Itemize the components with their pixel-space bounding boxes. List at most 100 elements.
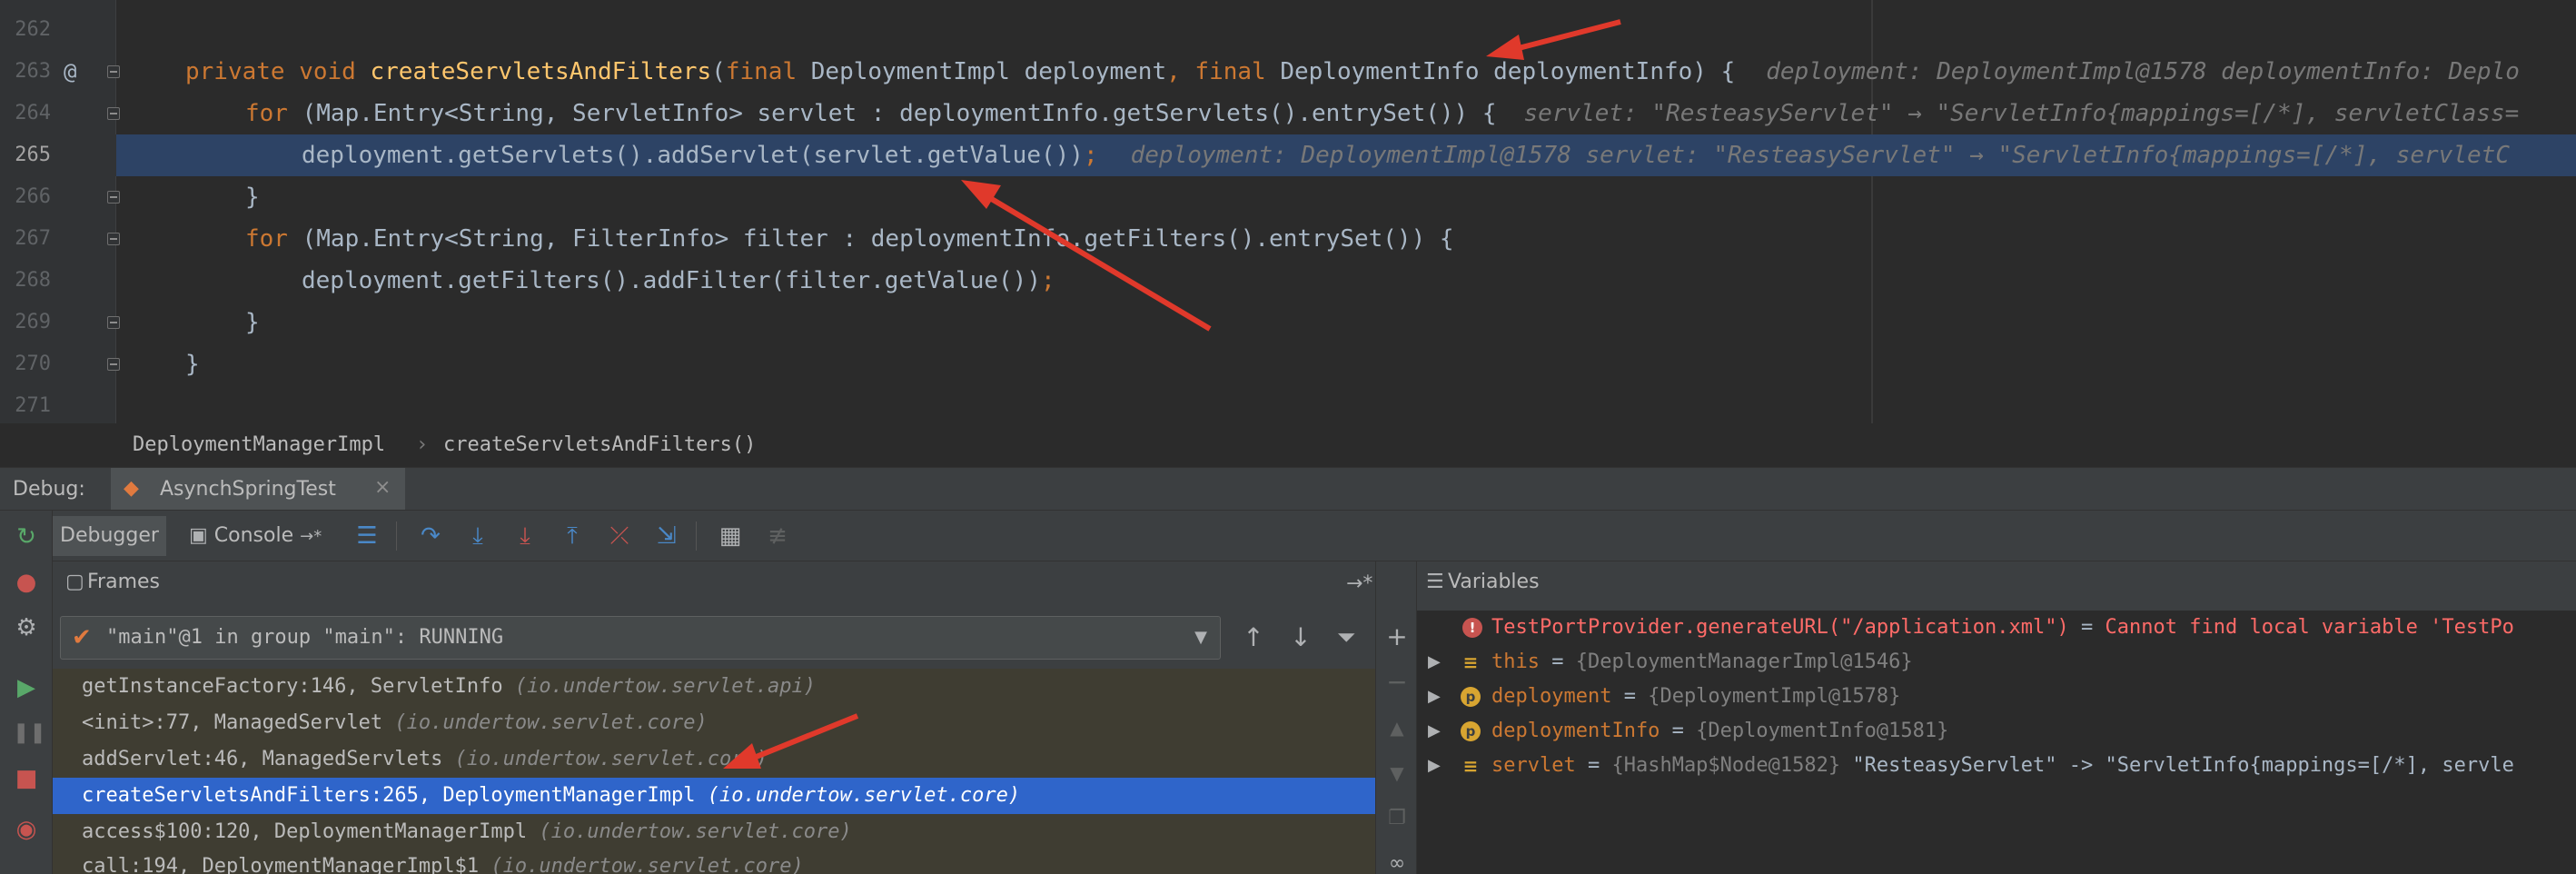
- fold-icon[interactable]: [107, 316, 120, 329]
- expand-arrow-icon[interactable]: ▶: [1428, 680, 1441, 714]
- variables-side-toolbar: + − ▲ ▼ ❐ ∞: [1375, 561, 1417, 874]
- variable-row[interactable]: ▶ p deployment = {DeploymentImpl@1578}: [1417, 680, 2576, 714]
- run-to-cursor-icon[interactable]: ⇲: [652, 521, 681, 551]
- chevron-down-icon[interactable]: ▼: [1194, 617, 1207, 659]
- step-over-icon[interactable]: ↷: [416, 521, 445, 551]
- code-line[interactable]: 269 }: [0, 302, 2576, 343]
- console-pin-icon: →*: [300, 527, 322, 546]
- add-watch-icon[interactable]: +: [1383, 623, 1411, 651]
- code-line[interactable]: 268 deployment.getFilters().addFilter(fi…: [0, 260, 2576, 302]
- step-out-icon[interactable]: ⤒: [558, 521, 587, 551]
- fold-icon[interactable]: [107, 233, 120, 245]
- code-line[interactable]: 263 @ private void createServletsAndFilt…: [0, 51, 2576, 93]
- variable-name: deploymentInfo: [1491, 720, 1660, 742]
- fold-icon[interactable]: [107, 107, 120, 120]
- frame-row[interactable]: <init>:77, ManagedServlet (io.undertow.s…: [53, 705, 1375, 741]
- step-into-icon[interactable]: ⤓: [463, 521, 492, 551]
- line-number: 267: [15, 227, 51, 250]
- frame-row[interactable]: call:194, DeploymentManagerImpl$1 (io.un…: [53, 849, 1375, 874]
- spring-test-run-icon: ◆: [124, 477, 139, 500]
- resume-icon[interactable]: ▶: [13, 674, 40, 701]
- session-name: AsynchSpringTest: [160, 478, 336, 501]
- line-number: 271: [15, 394, 51, 417]
- line-number: 266: [15, 185, 51, 208]
- variable-row[interactable]: ▶ ≡ this = {DeploymentManagerImpl@1546}: [1417, 645, 2576, 680]
- breadcrumb-method[interactable]: createServletsAndFilters(): [443, 423, 756, 467]
- code-line[interactable]: 270 }: [0, 343, 2576, 385]
- frame-row-selected[interactable]: createServletsAndFilters:265, Deployment…: [53, 778, 1375, 814]
- tab-console[interactable]: ▣ Console →*: [182, 516, 329, 556]
- expand-arrow-icon[interactable]: ▶: [1428, 714, 1441, 749]
- rerun-icon[interactable]: ↻: [13, 523, 40, 551]
- debugger-toolbar: Debugger ▣ Console →* ☰ ↷ ⤓ ⤓ ⤒ ⤫ ⇲ ▦ ≢: [53, 511, 2576, 561]
- close-icon[interactable]: ×: [374, 476, 391, 499]
- fold-icon[interactable]: [107, 191, 120, 204]
- debug-side-toolbar: ↻ ● ⚙ ▶ ❚❚ ■ ◉: [0, 511, 53, 874]
- move-up-icon[interactable]: ▲: [1383, 714, 1411, 741]
- implements-marker-icon[interactable]: @: [64, 51, 76, 93]
- code-token: deployment.getServlets().addServlet(serv…: [302, 142, 1084, 169]
- move-down-icon[interactable]: ▼: [1383, 760, 1411, 787]
- inline-debug-value: servlet: "ResteasyServlet" → "ServletInf…: [1523, 100, 2520, 127]
- arrow-down-icon[interactable]: ↓: [1286, 623, 1315, 652]
- frame-row[interactable]: access$100:120, DeploymentManagerImpl (i…: [53, 814, 1375, 850]
- code-token: , final: [1166, 58, 1281, 85]
- variable-equals: =: [1539, 651, 1576, 673]
- fold-icon[interactable]: [107, 65, 120, 78]
- rerun-failed-icon[interactable]: ●: [13, 569, 40, 596]
- breadcrumb-class[interactable]: DeploymentManagerImpl: [133, 423, 385, 467]
- show-execution-point-icon[interactable]: ☰: [352, 521, 381, 551]
- variables-tree: ! TestPortProvider.generateURL("/applica…: [1417, 611, 2576, 874]
- variable-row[interactable]: ▶ p deploymentInfo = {DeploymentInfo@158…: [1417, 714, 2576, 749]
- pause-icon[interactable]: ❚❚: [13, 720, 46, 747]
- code-editor[interactable]: 262 263 @ private void createServletsAnd…: [0, 0, 2576, 423]
- frames-list: getInstanceFactory:146, ServletInfo (io.…: [53, 669, 1375, 874]
- frame-row[interactable]: addServlet:46, ManagedServlets (io.under…: [53, 741, 1375, 778]
- code-line[interactable]: 264 for (Map.Entry<String, ServletInfo> …: [0, 93, 2576, 134]
- evaluate-expression-icon[interactable]: ▦: [716, 521, 745, 551]
- code-line[interactable]: 267 for (Map.Entry<String, FilterInfo> f…: [0, 218, 2576, 260]
- frame-row[interactable]: getInstanceFactory:146, ServletInfo (io.…: [53, 669, 1375, 705]
- remove-watch-icon[interactable]: −: [1383, 669, 1411, 696]
- frame-method: <init>:77, ManagedServlet: [82, 711, 383, 734]
- trace-current-stream-icon[interactable]: ≢: [763, 521, 792, 551]
- view-breakpoints-icon[interactable]: ◉: [13, 816, 40, 843]
- frames-title-text: Frames: [87, 571, 161, 593]
- tab-debugger[interactable]: Debugger: [53, 516, 166, 556]
- line-number: 268: [15, 269, 51, 292]
- frame-package: (io.undertow.servlet.core): [490, 855, 804, 874]
- code-line[interactable]: 271: [0, 385, 2576, 423]
- line-number: 269: [15, 311, 51, 333]
- thread-selector[interactable]: ✔ "main"@1 in group "main": RUNNING ▼: [60, 616, 1221, 660]
- code-line[interactable]: 262: [0, 9, 2576, 51]
- execution-point-line[interactable]: 265 deployment.getServlets().addServlet(…: [0, 134, 2576, 176]
- variable-value: {DeploymentInfo@1581}: [1696, 720, 1949, 742]
- debug-session-tab[interactable]: ◆ AsynchSpringTest ×: [111, 468, 405, 510]
- field-icon: ≡: [1462, 755, 1479, 777]
- variable-row-error[interactable]: ! TestPortProvider.generateURL("/applica…: [1417, 611, 2576, 645]
- fold-icon[interactable]: [107, 358, 120, 371]
- filter-icon[interactable]: ⏷: [1332, 623, 1361, 652]
- arrow-up-icon[interactable]: ↑: [1239, 623, 1268, 652]
- stop-icon[interactable]: ■: [13, 765, 40, 792]
- copy-icon[interactable]: ❐: [1383, 805, 1411, 832]
- settings-icon[interactable]: ⚙: [13, 614, 40, 641]
- expand-arrow-icon[interactable]: ▶: [1428, 645, 1441, 680]
- drop-frame-icon[interactable]: ⤫: [605, 521, 634, 551]
- force-step-into-icon[interactable]: ⤓: [510, 521, 540, 551]
- tab-console-label: Console: [213, 524, 294, 547]
- variable-row[interactable]: ▶ ≡ servlet = {HashMap$Node@1582} "Reste…: [1417, 749, 2576, 783]
- variables-title: ☰ Variables: [1426, 571, 1540, 593]
- code-token: private void: [185, 58, 371, 85]
- frames-panel: ▢ Frames →* ✔ "main"@1 in group "main": R…: [53, 561, 1375, 874]
- code-line[interactable]: 266 }: [0, 176, 2576, 218]
- breadcrumb-separator: ›: [416, 433, 429, 456]
- frames-icon: ▢: [65, 571, 84, 593]
- variable-string-value: "ResteasyServlet" -> "ServletInfo{mappin…: [1852, 754, 2514, 777]
- code-token: for: [245, 225, 302, 253]
- expand-arrow-icon[interactable]: ▶: [1428, 749, 1441, 783]
- restore-layout-icon[interactable]: →*: [1346, 572, 1372, 595]
- line-number: 264: [15, 102, 51, 124]
- glasses-icon[interactable]: ∞: [1383, 850, 1411, 874]
- code-token: deployment.getFilters().addFilter(filter…: [302, 267, 1041, 294]
